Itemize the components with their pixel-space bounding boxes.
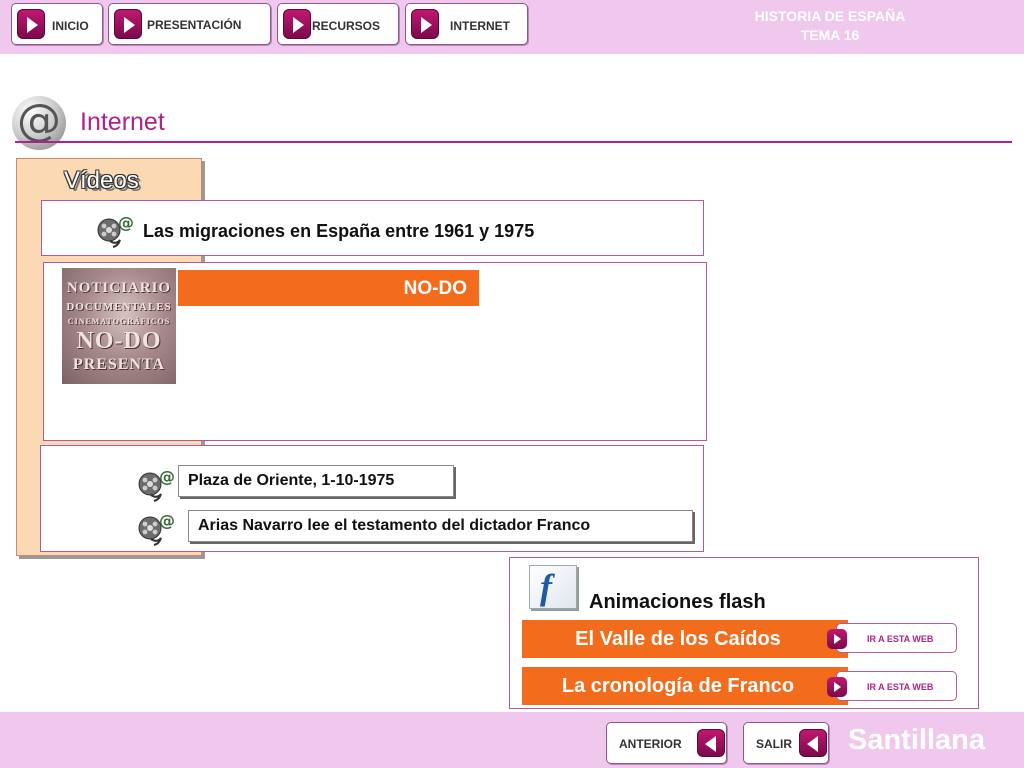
anterior-button[interactable]: ANTERIOR [606,722,727,764]
nodo-image-line: CINEMATOGRÁFICOS [67,317,171,326]
go-to-web-button[interactable]: IR A ESTA WEB [827,623,957,653]
title-divider [15,141,1012,143]
flash-heading: Animaciones flash [589,591,766,613]
nodo-link[interactable]: NO-DO [178,270,479,306]
nav-recursos-button[interactable]: RECURSOS [277,3,399,45]
play-arrow-icon [17,9,45,39]
nav-presentacion-button[interactable]: PRESENTACIÓN [108,3,271,45]
go-to-web-label: IR A ESTA WEB [867,634,934,644]
videos-heading: Vídeos [64,167,139,194]
brand-logo: Santillana [848,724,985,756]
play-arrow-icon [411,9,439,39]
play-arrow-icon [827,629,847,649]
nodo-thumbnail-image[interactable]: NOTICIARIO DOCUMENTALES CINEMATOGRÁFICOS… [62,268,176,384]
play-arrow-icon [114,9,142,39]
go-to-web-label: IR A ESTA WEB [867,682,934,692]
svg-text:@: @ [159,511,175,530]
nav-presentacion-label: PRESENTACIÓN [147,18,242,32]
nav-inicio-label: INICIO [52,19,89,33]
nav-inicio-button[interactable]: INICIO [11,3,103,45]
back-arrow-icon [697,729,725,757]
nav-internet-button[interactable]: INTERNET [405,3,528,45]
svg-text:@: @ [159,467,175,486]
page-title: Internet [80,108,165,136]
main-video-title[interactable]: Las migraciones en España entre 1961 y 1… [143,221,534,242]
svg-text:@: @ [118,213,134,232]
salir-button[interactable]: SALIR [743,722,829,764]
anterior-label: ANTERIOR [619,737,682,751]
flash-glyph: f [540,567,552,607]
play-arrow-icon [827,677,847,697]
back-arrow-icon [799,729,827,757]
nodo-image-line: NOTICIARIO [66,280,172,296]
flash-item-cronologia-franco[interactable]: La cronología de Franco [522,667,848,705]
play-arrow-icon [283,9,311,39]
nav-recursos-label: RECURSOS [312,19,381,33]
flash-item-valle-caidos[interactable]: El Valle de los Caídos [522,620,848,658]
go-to-web-button[interactable]: IR A ESTA WEB [827,671,957,701]
salir-label: SALIR [756,737,792,751]
nav-internet-label: INTERNET [450,19,510,33]
course-title-line1: HISTORIA DE ESPAÑA [754,8,906,24]
film-reel-icon: @ [97,213,134,248]
nodo-image-line: NO-DO [76,328,162,354]
video-link-plaza-oriente[interactable]: Plaza de Oriente, 1-10-1975 [178,465,454,497]
course-title-line2: TEMA 16 [800,27,860,43]
nodo-image-line: PRESENTA [72,356,166,373]
course-title: HISTORIA DE ESPAÑA TEMA 16 [720,7,940,45]
nodo-image-line: DOCUMENTALES [66,301,172,313]
flash-icon: f [529,565,577,609]
film-reel-icon: @ [138,467,175,502]
video-link-arias-navarro[interactable]: Arias Navarro lee el testamento del dict… [188,510,693,542]
film-reel-icon: @ [138,511,175,546]
